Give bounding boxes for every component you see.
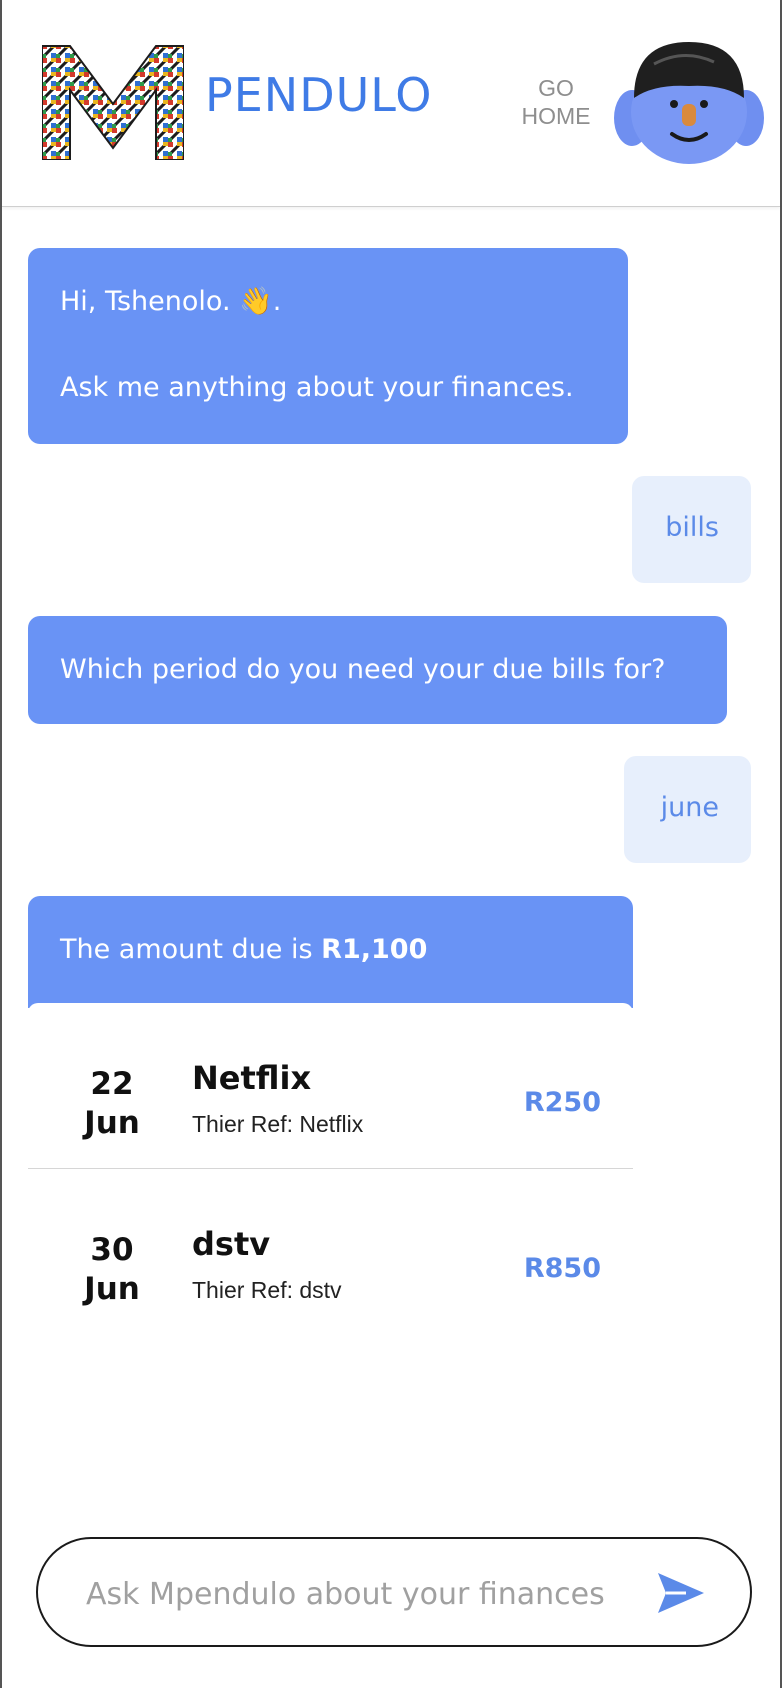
user-message-bubble: june: [624, 756, 751, 863]
bill-month: Jun: [84, 1271, 140, 1307]
go-home-button[interactable]: GO HOME: [510, 74, 602, 130]
bot-question-text: Which period do you need your due bills …: [60, 654, 666, 685]
greeting-subtext: Ask me anything about your finances.: [60, 372, 574, 403]
bill-payee: dstv: [192, 1225, 271, 1263]
amount-due-value: R1,100: [321, 934, 428, 965]
bills-list: 22 Jun Netflix Thier Ref: Netflix R250 3…: [28, 1003, 633, 1335]
bill-date: 30 Jun: [62, 1231, 162, 1309]
bill-reference: Thier Ref: Netflix: [192, 1111, 364, 1137]
bill-payee: Netflix: [192, 1059, 312, 1097]
user-message-text: bills: [665, 512, 719, 543]
bill-row[interactable]: 30 Jun dstv Thier Ref: dstv R850: [28, 1169, 633, 1335]
app-header: PENDULO GO HOME: [2, 0, 780, 207]
chat-page: PENDULO GO HOME Hi, Tshenolo. 👋. Ask me …: [0, 0, 782, 1688]
go-home-label-line1: GO: [538, 75, 574, 101]
bot-greeting-bubble: Hi, Tshenolo. 👋. Ask me anything about y…: [28, 248, 628, 444]
go-home-label-line2: HOME: [521, 103, 591, 129]
bot-amount-bubble: The amount due is R1,100: [28, 896, 633, 1008]
mpendulo-logo-icon: [42, 45, 184, 160]
app-title: PENDULO: [205, 68, 433, 122]
greeting-text: Hi, Tshenolo. 👋.: [60, 286, 282, 317]
user-message-bubble: bills: [632, 476, 751, 583]
bill-month: Jun: [84, 1105, 140, 1141]
bill-day: 30: [90, 1232, 134, 1268]
assistant-avatar[interactable]: [614, 40, 764, 164]
bill-amount: R250: [523, 1087, 601, 1118]
message-input[interactable]: [84, 1569, 678, 1619]
message-composer: [36, 1537, 752, 1647]
bill-row[interactable]: 22 Jun Netflix Thier Ref: Netflix R250: [28, 1003, 633, 1169]
bill-amount: R850: [523, 1253, 601, 1284]
amount-prefix: The amount due is: [60, 934, 322, 965]
bot-question-bubble: Which period do you need your due bills …: [28, 616, 727, 724]
user-message-text: june: [660, 792, 719, 823]
bill-day: 22: [90, 1066, 134, 1102]
send-icon[interactable]: [656, 1571, 706, 1615]
bill-reference: Thier Ref: dstv: [192, 1277, 342, 1303]
bill-date: 22 Jun: [62, 1065, 162, 1143]
